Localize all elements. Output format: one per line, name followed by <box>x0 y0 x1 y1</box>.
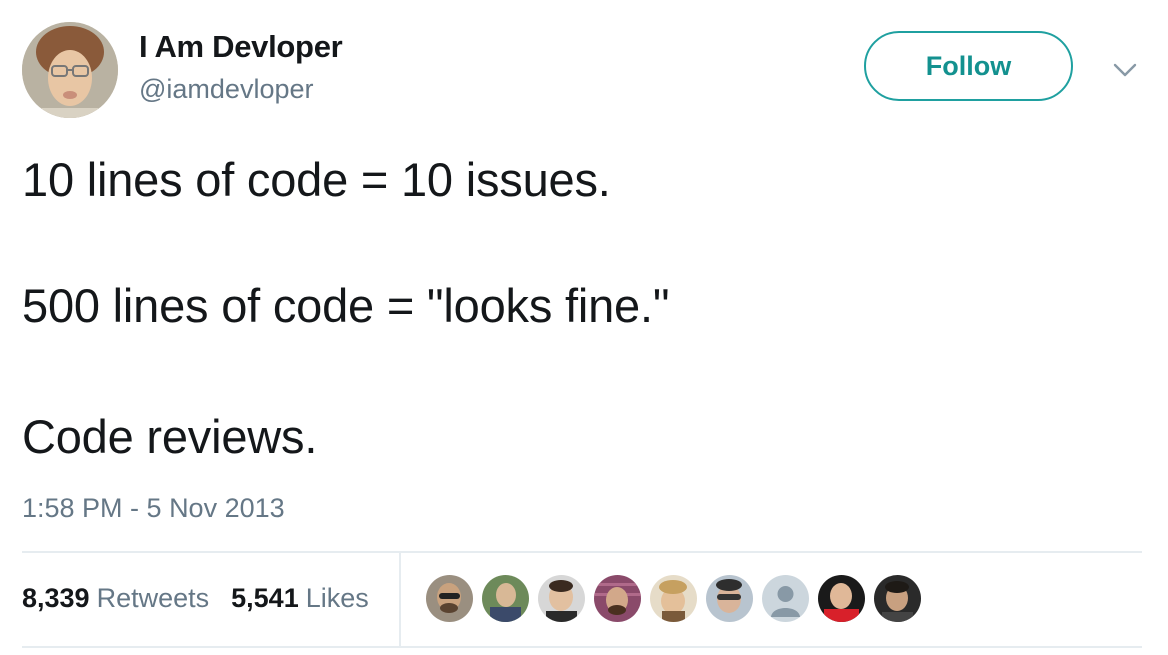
author-avatar-image <box>22 22 118 118</box>
liker-avatar[interactable] <box>482 575 529 622</box>
follow-button[interactable]: Follow <box>864 31 1073 101</box>
liker-avatar[interactable] <box>426 575 473 622</box>
liker-avatars <box>426 575 921 622</box>
liker-avatar[interactable] <box>538 575 585 622</box>
stats-divider <box>399 553 401 646</box>
tweet-stats: 8,339 Retweets 5,541 Likes <box>22 583 369 614</box>
likes-stat[interactable]: 5,541 Likes <box>231 583 369 614</box>
tweet-text-line: 10 lines of code = 10 issues. <box>22 153 611 206</box>
tweet-timestamp[interactable]: 1:58 PM - 5 Nov 2013 <box>22 493 285 524</box>
likes-count: 5,541 <box>231 583 299 613</box>
default-avatar-icon[interactable] <box>762 575 809 622</box>
author-display-name[interactable]: I Am Devloper <box>139 29 343 65</box>
liker-avatar[interactable] <box>594 575 641 622</box>
chevron-down-icon[interactable] <box>1110 58 1140 82</box>
liker-avatar[interactable] <box>874 575 921 622</box>
divider <box>22 646 1142 648</box>
tweet-text-line: 500 lines of code = "looks fine." <box>22 279 670 332</box>
liker-avatar[interactable] <box>706 575 753 622</box>
retweets-count: 8,339 <box>22 583 90 613</box>
author-avatar[interactable] <box>22 22 118 118</box>
retweets-stat[interactable]: 8,339 Retweets <box>22 583 209 614</box>
likes-label: Likes <box>305 583 369 613</box>
liker-avatar[interactable] <box>818 575 865 622</box>
liker-avatar[interactable] <box>650 575 697 622</box>
divider <box>22 551 1142 553</box>
tweet-text-line: Code reviews. <box>22 410 318 463</box>
author-handle[interactable]: @iamdevloper <box>139 74 314 105</box>
retweets-label: Retweets <box>96 583 210 613</box>
tweet-card: I Am Devloper @iamdevloper Follow 10 lin… <box>0 0 1168 655</box>
